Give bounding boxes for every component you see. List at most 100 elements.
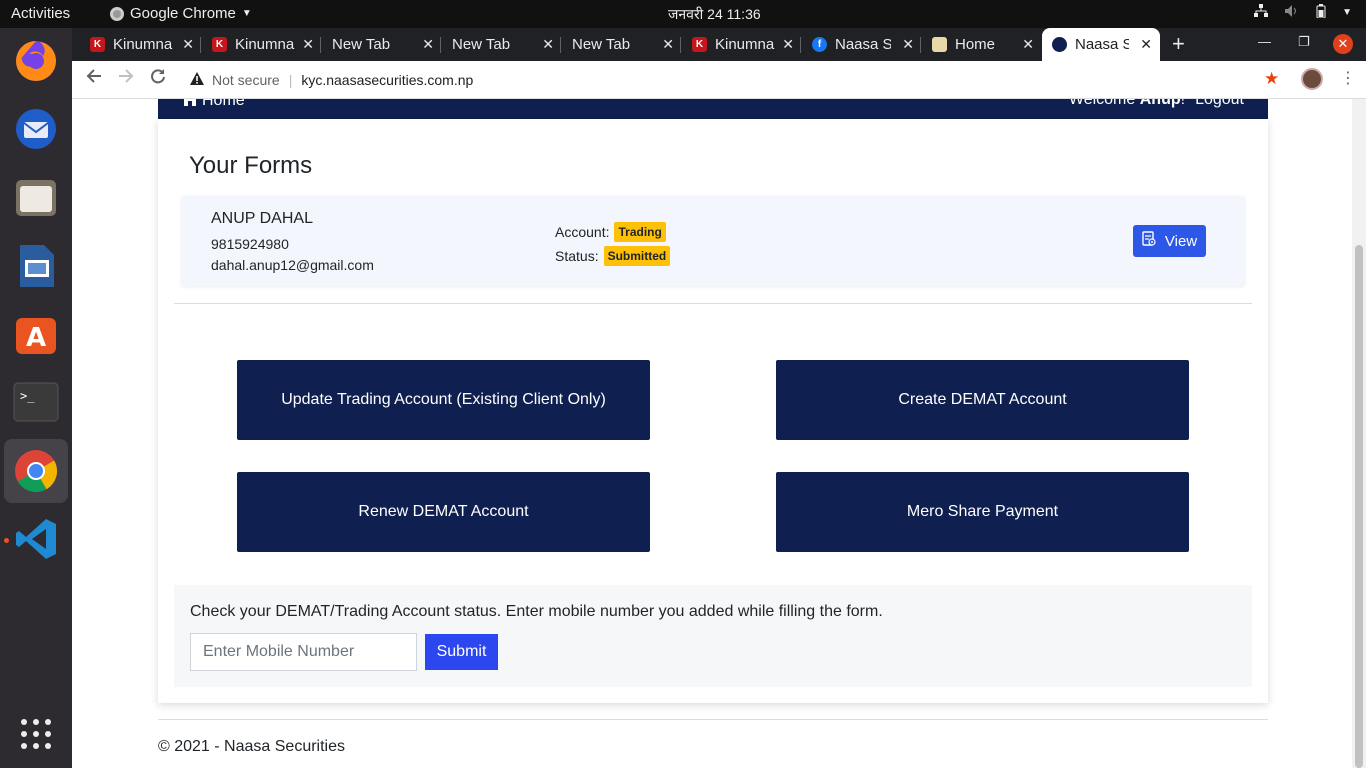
url-text[interactable]: kyc.naasasecurities.com.np (301, 72, 473, 88)
tab-label: New Tab (452, 36, 511, 53)
close-tab-icon[interactable]: ✕ (302, 36, 314, 53)
new-tab-button[interactable]: + (1172, 31, 1185, 57)
tab-separator (680, 37, 681, 53)
update-trading-account-button[interactable]: Update Trading Account (Existing Client … (237, 360, 650, 440)
mobile-number-input[interactable] (190, 633, 417, 671)
libreoffice-impress-icon[interactable] (12, 242, 60, 290)
nav-home-label: Home (202, 99, 245, 109)
status-label: Status: (555, 248, 599, 264)
tab-label: Kinumna (235, 36, 295, 53)
tab-label: Naasa Se (835, 36, 891, 53)
files-icon[interactable] (12, 174, 60, 222)
terminal-icon[interactable]: >_ (12, 378, 60, 426)
applicant-phone: 9815924980 (211, 236, 289, 252)
close-tab-icon[interactable]: ✕ (542, 36, 554, 53)
renew-demat-account-button[interactable]: Renew DEMAT Account (237, 472, 650, 552)
status-check-instructions: Check your DEMAT/Trading Account status.… (190, 603, 883, 620)
footer-copyright: © 2021 - Naasa Securities (158, 738, 345, 755)
create-demat-account-button[interactable]: Create DEMAT Account (776, 360, 1189, 440)
app-name: Google Chrome (130, 5, 236, 22)
system-tray[interactable]: ▼ (1254, 4, 1352, 21)
tab[interactable]: K Kinumna ✕ (212, 28, 322, 61)
running-indicator (4, 538, 9, 543)
app-grid-icon[interactable] (12, 710, 60, 758)
app-menu[interactable]: Google Chrome ▼ (110, 5, 252, 22)
more-menu-icon[interactable]: ⋮ (1340, 68, 1356, 88)
tab[interactable]: New Tab ✕ (452, 28, 562, 61)
tab-label: Kinumna (715, 36, 775, 53)
address-bar[interactable]: Not secure | kyc.naasasecurities.com.np (182, 65, 1286, 95)
close-tab-icon[interactable]: ✕ (1022, 36, 1034, 53)
scrollbar-thumb[interactable] (1355, 245, 1363, 768)
view-document-icon (1142, 231, 1157, 251)
tab[interactable]: New Tab ✕ (572, 28, 682, 61)
tab[interactable]: K Kinumna ✕ (692, 28, 802, 61)
kinumna-favicon-icon: K (212, 37, 227, 52)
tab-separator (440, 37, 441, 53)
tab[interactable]: K Kinumna ✕ (90, 28, 202, 61)
close-tab-icon[interactable]: ✕ (1140, 36, 1152, 53)
home-favicon-icon (932, 37, 947, 52)
svg-text:A: A (26, 323, 46, 353)
site-navbar: Home Welcome Anup! Logout (158, 99, 1268, 119)
clock[interactable]: जनवरी 24 11:36 (668, 5, 761, 24)
submit-button[interactable]: Submit (425, 634, 498, 670)
vscode-icon[interactable] (12, 515, 60, 563)
chrome-icon[interactable] (4, 439, 68, 503)
tab[interactable]: f Naasa Se ✕ (812, 28, 922, 61)
logout-link[interactable]: Logout (1195, 99, 1244, 109)
page-scrollbar[interactable] (1352, 99, 1366, 768)
tab-label: New Tab (572, 36, 631, 53)
power-menu-caret-icon: ▼ (1342, 7, 1352, 18)
thunderbird-icon[interactable] (12, 105, 60, 153)
maximize-button[interactable]: ❐ (1298, 34, 1310, 50)
tab[interactable]: Home ✕ (932, 28, 1042, 61)
forms-card: Your Forms ANUP DAHAL 9815924980 dahal.a… (158, 119, 1268, 703)
user-name: Anup (1139, 99, 1181, 108)
page-title: Your Forms (189, 152, 313, 179)
close-tab-icon[interactable]: ✕ (662, 36, 674, 53)
reload-icon[interactable] (150, 68, 166, 89)
caret-down-icon: ▼ (241, 8, 252, 19)
kinumna-favicon-icon: K (692, 37, 707, 52)
profile-avatar[interactable] (1301, 68, 1323, 90)
tab-label: Naasa Se (1075, 36, 1129, 53)
view-form-button[interactable]: View (1133, 225, 1206, 257)
form-list-item: ANUP DAHAL 9815924980 dahal.anup12@gmail… (181, 196, 1245, 286)
close-window-button[interactable]: ✕ (1333, 34, 1353, 54)
kinumna-favicon-icon: K (90, 37, 105, 52)
firefox-icon[interactable] (12, 36, 60, 84)
forward-arrow-icon[interactable] (118, 68, 134, 89)
browser-window: K Kinumna ✕ K Kinumna ✕ New Tab ✕ New Ta… (72, 28, 1366, 768)
close-tab-icon[interactable]: ✕ (422, 36, 434, 53)
facebook-favicon-icon: f (812, 37, 827, 52)
network-icon (1254, 4, 1269, 21)
status-check-panel: Check your DEMAT/Trading Account status.… (174, 585, 1252, 687)
account-badge: Trading (614, 222, 666, 242)
chrome-icon (110, 6, 124, 21)
mero-share-payment-button[interactable]: Mero Share Payment (776, 472, 1189, 552)
footer-divider (158, 719, 1268, 720)
security-status[interactable]: Not secure (212, 72, 280, 88)
minimize-button[interactable]: — (1258, 34, 1271, 49)
close-tab-icon[interactable]: ✕ (182, 36, 194, 53)
naasa-favicon-icon (1052, 37, 1067, 52)
close-tab-icon[interactable]: ✕ (782, 36, 794, 53)
activities-button[interactable]: Activities (11, 5, 70, 22)
welcome-label: Welcome (1068, 99, 1140, 108)
software-center-icon[interactable]: A (12, 310, 60, 358)
close-tab-icon[interactable]: ✕ (902, 36, 914, 53)
volume-icon (1284, 4, 1300, 21)
back-arrow-icon[interactable] (86, 68, 102, 89)
tab-active[interactable]: Naasa Se ✕ (1042, 28, 1160, 61)
omnibox-divider: | (288, 72, 293, 88)
view-label: View (1164, 232, 1198, 250)
warning-icon[interactable] (190, 72, 204, 88)
tab[interactable]: New Tab ✕ (332, 28, 442, 61)
svg-text:>_: >_ (20, 389, 35, 403)
nav-home-link[interactable]: Home (182, 99, 245, 111)
bookmark-star-icon[interactable]: ★ (1264, 69, 1279, 89)
nav-user-area: Welcome Anup! Logout (1069, 99, 1244, 109)
tab-label: Kinumna (113, 36, 173, 53)
tab-separator (200, 37, 201, 53)
